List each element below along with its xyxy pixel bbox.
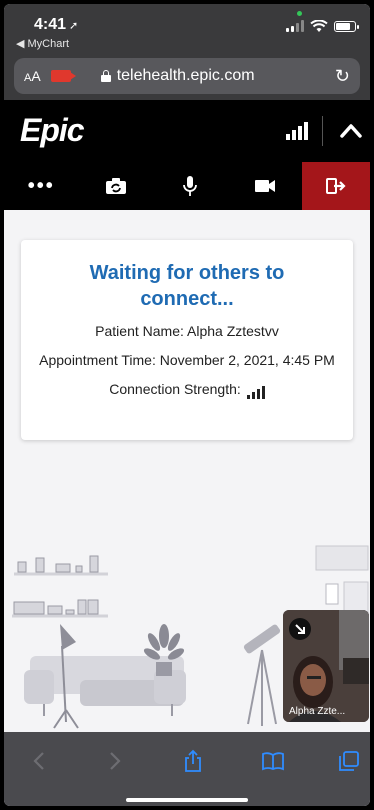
chevron-left-icon — [33, 752, 44, 770]
appointment-time-label: Appointment Time: — [39, 352, 156, 368]
expand-video-button[interactable] — [289, 618, 311, 640]
wifi-icon — [310, 20, 328, 32]
phone-screen: 4:41 ➚ ◀ MyChart AA telehealth.epic.com ↻… — [4, 4, 370, 806]
back-to-app-link[interactable]: ◀ MyChart — [16, 37, 69, 50]
epic-logo: Epic — [20, 112, 85, 148]
clock: 4:41 ➚ — [34, 16, 79, 33]
epic-header: Epic ••• — [4, 100, 370, 210]
exit-icon — [326, 178, 346, 194]
reader-options-button[interactable]: AA — [24, 68, 41, 84]
chevron-right-icon — [110, 752, 121, 770]
connection-strength-icon[interactable] — [286, 122, 308, 140]
more-options-button[interactable]: ••• — [4, 162, 79, 210]
bookmarks-button[interactable] — [260, 748, 286, 774]
location-icon: ➚ — [69, 20, 79, 32]
battery-icon — [334, 20, 359, 32]
signal-bars-icon — [246, 386, 265, 399]
patient-name-value: Alpha Zztestvv — [187, 323, 279, 339]
switch-camera-icon — [105, 178, 126, 194]
appointment-time-row: Appointment Time: November 2, 2021, 4:45… — [21, 351, 353, 370]
ellipsis-icon: ••• — [27, 174, 55, 197]
reload-icon[interactable]: ↻ — [335, 66, 350, 87]
status-icons — [286, 20, 359, 32]
appointment-time-value: November 2, 2021, 4:45 PM — [159, 352, 335, 368]
back-button[interactable] — [26, 748, 52, 774]
connection-strength-row: Connection Strength: — [21, 380, 353, 399]
call-toolbar: ••• — [4, 162, 370, 210]
ios-top-bar: 4:41 ➚ ◀ MyChart AA telehealth.epic.com ↻ — [4, 4, 370, 100]
video-camera-icon — [254, 180, 275, 192]
expand-arrow-icon — [295, 624, 305, 634]
camera-button[interactable] — [228, 162, 303, 210]
microphone-icon — [183, 176, 198, 196]
tabs-button[interactable] — [336, 748, 362, 774]
book-icon — [262, 752, 284, 771]
waiting-title: Waiting for others to connect... — [89, 262, 285, 310]
home-indicator — [126, 798, 248, 802]
safari-bottom-toolbar — [4, 732, 370, 806]
patient-name-label: Patient Name: — [95, 323, 184, 339]
switch-camera-button[interactable] — [79, 162, 154, 210]
connection-strength-label: Connection Strength: — [109, 381, 241, 397]
url-text[interactable]: telehealth.epic.com — [117, 67, 255, 85]
cellular-signal-icon — [286, 20, 304, 32]
self-video-tile[interactable]: Alpha Zzte... — [283, 610, 369, 722]
address-bar[interactable]: AA telehealth.epic.com ↻ — [14, 58, 360, 94]
camera-active-icon[interactable] — [50, 70, 76, 82]
waiting-card: Waiting for others to connect... Patient… — [21, 240, 353, 440]
header-divider — [322, 116, 323, 146]
patient-name-row: Patient Name: Alpha Zztestvv — [21, 322, 353, 341]
lock-icon — [100, 70, 111, 82]
camera-in-use-indicator — [297, 11, 302, 16]
share-button[interactable] — [180, 748, 206, 774]
tabs-icon — [339, 751, 359, 771]
collapse-chevron-icon[interactable] — [338, 118, 364, 144]
leave-visit-button[interactable] — [302, 162, 370, 210]
forward-button[interactable] — [102, 748, 128, 774]
microphone-button[interactable] — [153, 162, 228, 210]
self-view-name: Alpha Zzte... — [289, 706, 346, 717]
share-icon — [185, 749, 201, 772]
